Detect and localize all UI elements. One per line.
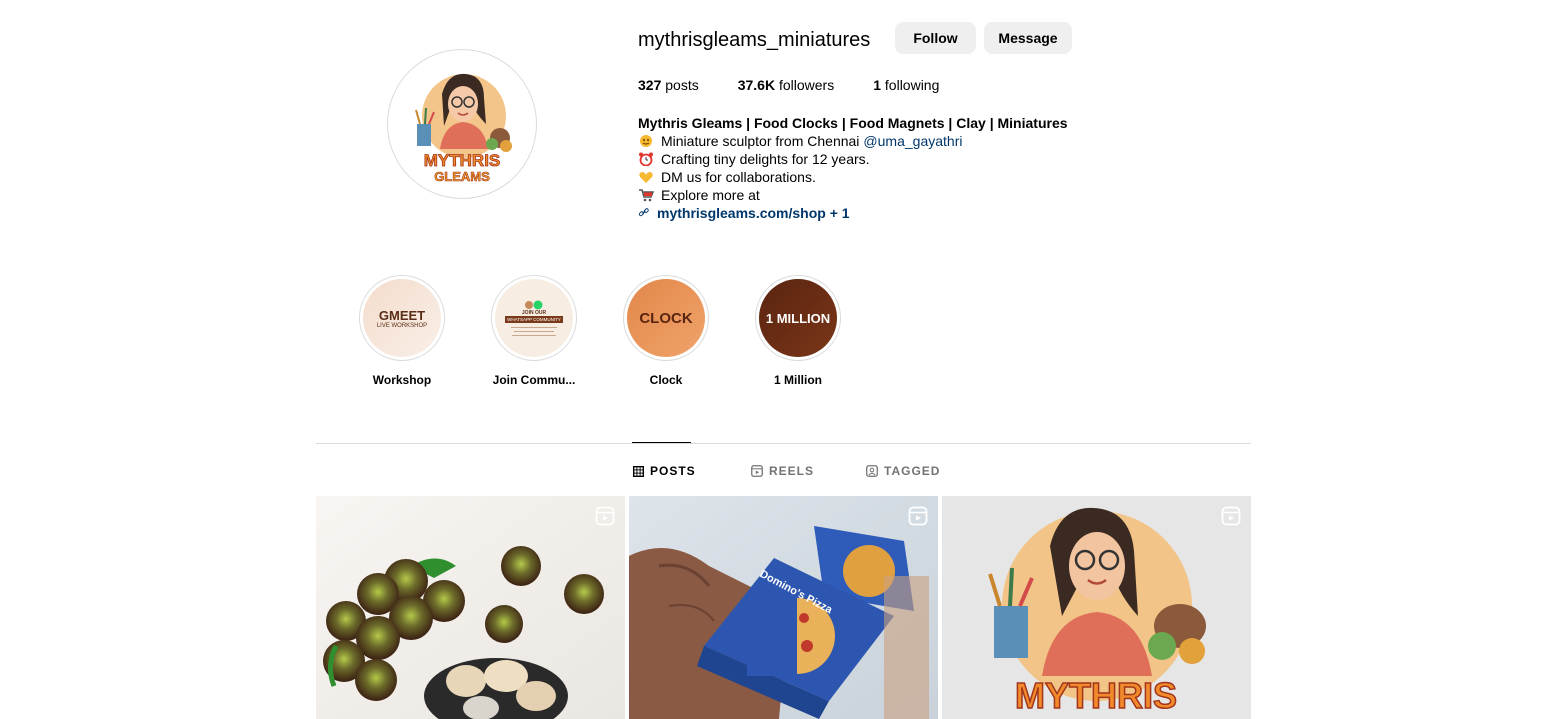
highlight-cover-title: GMEET: [378, 307, 426, 323]
whatsapp-icon: [525, 300, 543, 310]
posts-label: posts: [665, 77, 699, 93]
highlight-cover-community: JOIN OUR WHATSAPP COMMUNITY: [495, 279, 573, 357]
highlight-ring: GMEET LIVE WORKSHOP: [359, 275, 445, 361]
cover-text-line: [511, 327, 557, 328]
following-stat[interactable]: 1 following: [873, 76, 939, 94]
profile-bio: Mythris Gleams | Food Clocks | Food Magn…: [638, 114, 1158, 222]
post-thumbnail[interactable]: MYTHRIS: [942, 496, 1251, 719]
bio-line-explore: Explore more at: [638, 186, 1158, 204]
following-count: 1: [873, 77, 882, 93]
tabs-divider: [316, 443, 1251, 444]
bio-name: Mythris Gleams | Food Clocks | Food Magn…: [638, 115, 1068, 131]
highlight-workshop[interactable]: GMEET LIVE WORKSHOP Workshop: [347, 275, 457, 388]
post-image-logo: MYTHRIS: [942, 496, 1251, 719]
avatar-illustration: MYTHRIS GLEAMS: [392, 54, 532, 194]
reel-indicator-icon: [1221, 506, 1241, 526]
tab-reels[interactable]: REELS: [751, 463, 814, 479]
tagged-icon: [866, 465, 878, 477]
highlight-ring: JOIN OUR WHATSAPP COMMUNITY: [491, 275, 577, 361]
followers-count: 37.6K: [737, 77, 776, 93]
highlight-label: Workshop: [372, 373, 432, 387]
highlight-ring: CLOCK: [623, 275, 709, 361]
bio-line1: Miniature sculptor from Chennai: [661, 133, 860, 149]
bio-line3: DM us for collaborations.: [661, 169, 816, 185]
shopping-cart-icon: [639, 189, 654, 202]
bio-line-dm: DM us for collaborations.: [638, 168, 1158, 186]
posts-count: 327: [638, 77, 662, 93]
followers-stat[interactable]: 37.6K followers: [738, 76, 835, 94]
following-label: following: [884, 77, 940, 93]
profile-username: mythrisgleams_miniatures: [638, 29, 871, 51]
tab-reels-label: REELS: [769, 464, 815, 478]
followers-label: followers: [778, 77, 835, 93]
tab-tagged[interactable]: TAGGED: [866, 463, 940, 479]
reel-indicator-icon: [908, 506, 928, 526]
post-thumbnail[interactable]: [316, 496, 625, 719]
highlight-cover-subtitle: WHATSAPP COMMUNITY: [505, 316, 563, 323]
link-icon: [638, 208, 649, 217]
reel-indicator-icon: [595, 506, 615, 526]
highlight-clock[interactable]: CLOCK Clock: [611, 275, 721, 388]
face-emoji-icon: [640, 135, 652, 147]
highlight-cover-subtitle: LIVE WORKSHOP: [376, 322, 428, 329]
post-thumbnail[interactable]: Domino's Pizza: [629, 496, 938, 719]
profile-avatar[interactable]: MYTHRIS GLEAMS: [387, 49, 537, 199]
active-tab-indicator: [632, 442, 691, 443]
svg-text:GLEAMS: GLEAMS: [434, 169, 490, 184]
tab-posts-label: POSTS: [650, 464, 696, 478]
highlight-ring: 1 MILLION: [755, 275, 841, 361]
follow-button[interactable]: Follow: [895, 22, 976, 54]
tab-posts[interactable]: POSTS: [633, 463, 696, 479]
highlight-cover-million: 1 MILLION: [759, 279, 837, 357]
bio-line-sculptor: Miniature sculptor from Chennai @uma_gay…: [638, 132, 1158, 150]
highlight-join-community[interactable]: JOIN OUR WHATSAPP COMMUNITY Join Commu..…: [479, 275, 589, 388]
heart-hands-icon: [639, 172, 653, 183]
bio-external-link[interactable]: mythrisgleams.com/shop + 1: [657, 204, 850, 222]
bio-line-crafting: Crafting tiny delights for 12 years.: [638, 150, 1158, 168]
highlight-1-million[interactable]: 1 MILLION 1 Million: [743, 275, 853, 388]
bio-mention-link[interactable]: @uma_gayathri: [863, 132, 962, 150]
highlight-label: Clock: [649, 373, 683, 387]
post-image-fruits: [316, 496, 625, 719]
cover-text-line: [512, 335, 556, 336]
posts-stat: 327 posts: [638, 76, 699, 94]
highlight-label: 1 Million: [774, 373, 822, 387]
bio-line2: Crafting tiny delights for 12 years.: [661, 151, 870, 167]
highlight-label: Join Commu...: [492, 373, 576, 387]
alarm-clock-icon: [639, 152, 653, 166]
highlight-cover-title: CLOCK: [639, 309, 693, 327]
grid-icon: [633, 465, 644, 477]
highlight-cover-title: 1 MILLION: [765, 310, 831, 326]
logo-text: MYTHRIS: [1015, 675, 1177, 716]
profile-stats: 327 posts 37.6K followers 1 following: [638, 76, 978, 94]
tab-tagged-label: TAGGED: [884, 464, 941, 478]
reels-icon: [751, 465, 763, 477]
svg-text:MYTHRIS: MYTHRIS: [424, 151, 501, 170]
post-image-pizza-box: Domino's Pizza: [629, 496, 938, 719]
highlight-cover-workshop: GMEET LIVE WORKSHOP: [363, 279, 441, 357]
cover-text-line: [514, 331, 554, 332]
message-button[interactable]: Message: [984, 22, 1072, 54]
bio-link-row: mythrisgleams.com/shop + 1: [638, 204, 1158, 222]
bio-line4: Explore more at: [661, 187, 760, 203]
highlight-cover-clock: CLOCK: [627, 279, 705, 357]
